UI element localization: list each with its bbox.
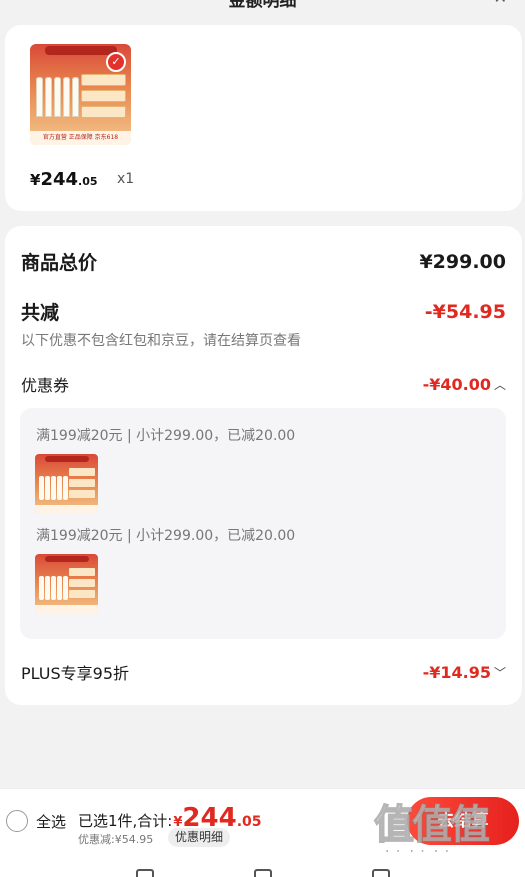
reduce-row: 共减 -¥54.95 [21, 298, 506, 325]
select-all-label[interactable]: 全选 [36, 811, 66, 832]
product-card: 官方直营 正品保障 京东618 ✓ ¥244.05 x1 [5, 25, 522, 211]
selected-total: 已选1件,合计: ¥ 244 .05 [78, 803, 262, 833]
coupon-row[interactable]: 优惠券 -¥40.00 ︿ [21, 372, 506, 396]
select-all-radio[interactable] [6, 810, 28, 832]
plus-row[interactable]: PLUS专享95折 -¥14.95 ﹀ [21, 660, 506, 684]
thumb-panel [81, 74, 126, 86]
discount-amount: 优惠减:¥54.95 [78, 833, 154, 846]
total-value: ¥299.00 [419, 250, 506, 273]
price-integer: 244 [40, 169, 79, 190]
discount-detail-button[interactable]: 优惠明细 [168, 828, 231, 847]
thumb-panel [81, 90, 126, 102]
summary-card: 商品总价 ¥299.00 共减 -¥54.95 以下优惠不包含红包和京豆，请在结… [5, 226, 522, 705]
page-title: 金额明细 [228, 0, 297, 11]
discount-note: 以下优惠不包含红包和京豆，请在结算页查看 [21, 333, 301, 349]
chevron-down-icon[interactable]: ﹀ [494, 664, 506, 681]
product-price: ¥244.05 [30, 169, 98, 190]
nav-back-icon[interactable] [372, 869, 390, 877]
thumb-panel [81, 106, 126, 118]
price-currency: ¥ [30, 171, 41, 189]
coupon-item-thumbnail[interactable] [35, 554, 98, 614]
thumb-banner [45, 46, 117, 55]
price-decimal: .05 [78, 175, 98, 188]
reduce-value: -¥54.95 [424, 300, 506, 323]
check-icon[interactable]: ✓ [106, 52, 126, 72]
product-quantity: x1 [117, 171, 135, 187]
coupon-label: 优惠券 [21, 376, 70, 395]
plus-value-wrap[interactable]: -¥14.95 ﹀ [423, 663, 506, 682]
nav-home-icon[interactable] [254, 869, 272, 877]
coupon-item-thumbnail[interactable] [35, 454, 98, 514]
thumb-footer: 官方直营 正品保障 京东618 [30, 131, 131, 145]
total-label: 商品总价 [21, 252, 98, 274]
nav-menu-icon[interactable] [136, 869, 154, 877]
chevron-up-icon[interactable]: ︿ [494, 376, 506, 393]
coupon-detail-box: 满199减20元 | 小计299.00，已减20.00 满199减20元 | 小… [20, 408, 506, 639]
system-nav-bar [0, 852, 525, 877]
coupon-item-text: 满199减20元 | 小计299.00，已减20.00 [36, 428, 296, 444]
coupon-value-wrap[interactable]: -¥40.00 ︿ [423, 375, 506, 394]
product-thumbnail[interactable]: 官方直营 正品保障 京东618 ✓ [30, 44, 131, 145]
coupon-item-text: 满199减20元 | 小计299.00，已减20.00 [36, 528, 296, 544]
thumb-bottles [36, 62, 79, 117]
coupon-value: -¥40.00 [422, 374, 491, 394]
checkout-bar: 全选 已选1件,合计: ¥ 244 .05 优惠减:¥54.95 优惠明细 去结… [0, 788, 525, 852]
selected-text: 已选1件,合计: [78, 812, 173, 830]
close-icon[interactable]: ✕ [494, 0, 507, 7]
total-row: 商品总价 ¥299.00 [21, 248, 506, 275]
total-decimal: .05 [236, 814, 262, 830]
plus-value: -¥14.95 [422, 662, 491, 682]
plus-label: PLUS专享95折 [21, 664, 129, 683]
checkout-button[interactable]: 去结算 [407, 797, 519, 845]
reduce-label: 共减 [21, 302, 60, 324]
